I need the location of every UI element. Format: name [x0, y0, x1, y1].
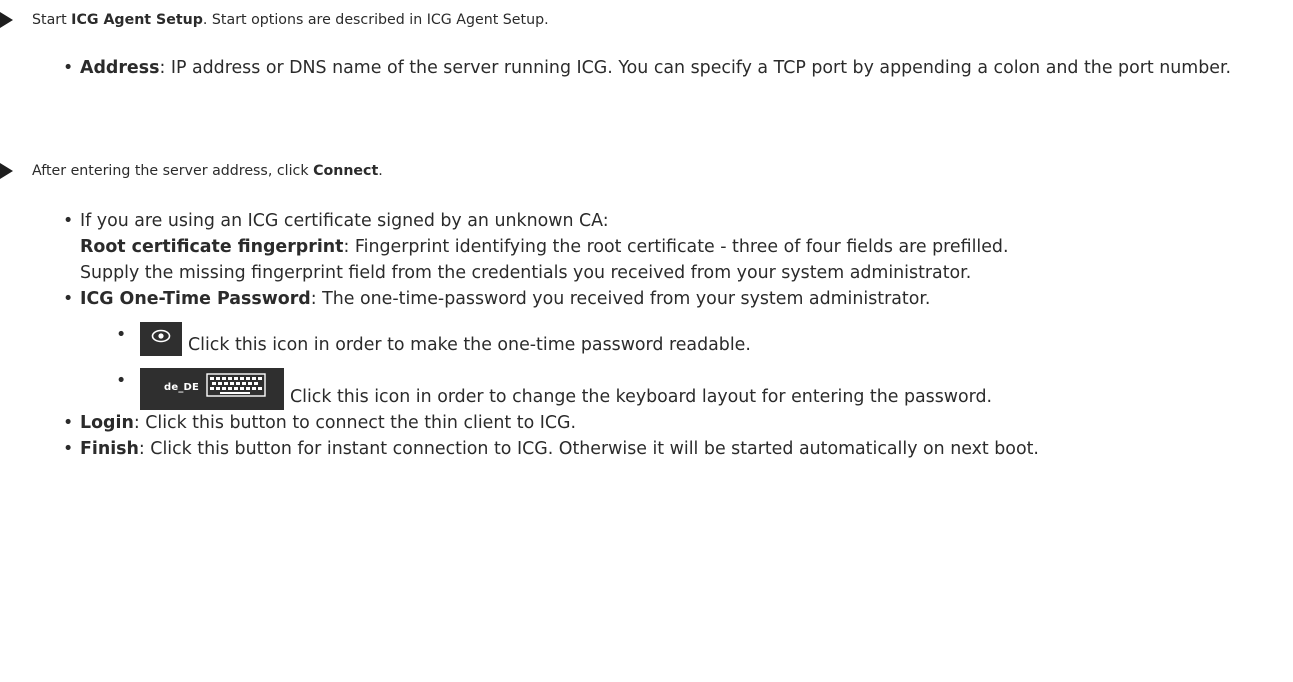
list-item-certificate: If you are using an ICG certificate sign…: [0, 208, 1059, 286]
triangle-right-icon: [0, 12, 13, 28]
list-item-login: Login: Click this button to connect the …: [0, 410, 1059, 436]
step-connect-text: After entering the server address, click…: [32, 163, 383, 179]
address-label: Address: [80, 58, 160, 78]
finish-label: Finish: [80, 439, 139, 459]
otp-icons-list: Click this icon in order to make the one…: [80, 312, 1039, 410]
login-label: Login: [80, 413, 134, 433]
list-item-eye: Click this icon in order to make the one…: [80, 312, 1039, 358]
connect-label: Connect: [313, 163, 379, 179]
triangle-right-icon: [0, 163, 13, 179]
list-item-finish: Finish: Click this button for instant co…: [0, 436, 1059, 462]
keyboard-layout-icon: de_DE: [140, 368, 284, 410]
keyboard-description: Click this icon in order to change the k…: [290, 387, 993, 407]
list-item-keyboard: de_DE Click this icon in order to change…: [80, 358, 1039, 410]
connect-options-list: If you are using an ICG certificate sign…: [0, 208, 1059, 462]
step-connect: After entering the server address, click…: [0, 160, 383, 182]
keyboard-language: de_DE: [164, 382, 200, 393]
setup-name: ICG Agent Setup: [71, 12, 203, 28]
list-item-otp: ICG One-Time Password: The one-time-pass…: [0, 286, 1059, 410]
keyboard-icon: [206, 373, 266, 397]
certificate-intro: If you are using an ICG certificate sign…: [80, 211, 609, 231]
eye-description: Click this icon in order to make the one…: [188, 335, 751, 355]
address-list: Address: IP address or DNS name of the s…: [0, 55, 1251, 81]
fingerprint-label: Root certificate fingerprint: [80, 237, 344, 257]
eye-icon: [140, 322, 182, 356]
fingerprint-supply-text: Supply the missing fingerprint field fro…: [80, 263, 972, 283]
otp-label: ICG One-Time Password: [80, 289, 311, 309]
step-start-text: Start ICG Agent Setup. Start options are…: [32, 12, 549, 28]
step-start-setup: Start ICG Agent Setup. Start options are…: [0, 9, 549, 31]
list-item-address: Address: IP address or DNS name of the s…: [0, 55, 1251, 81]
